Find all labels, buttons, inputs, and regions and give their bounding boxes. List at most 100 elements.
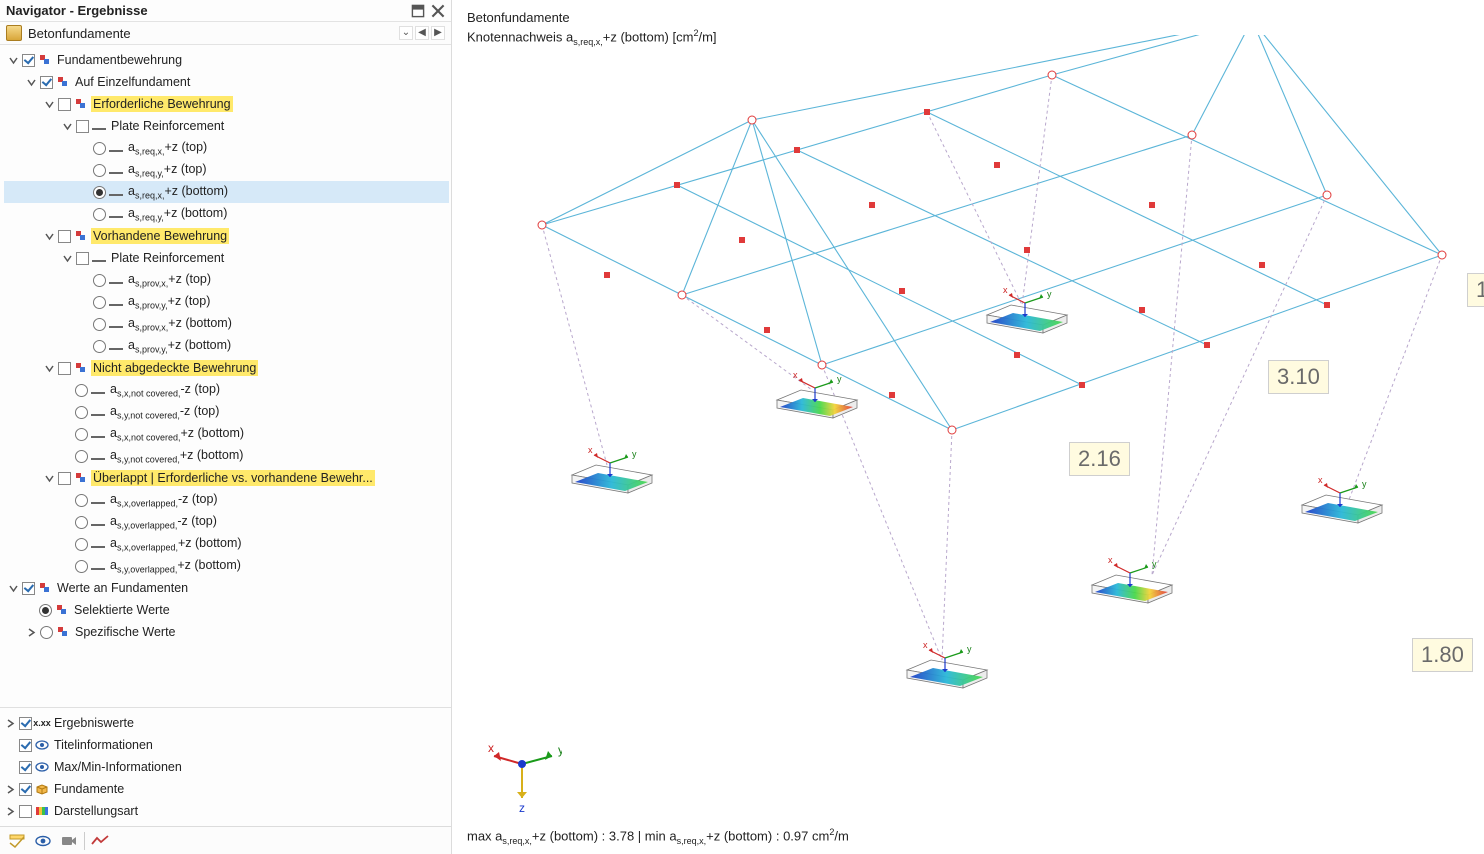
tree-item-nc-3[interactable]: as,y,not covered,+z (bottom) — [4, 445, 449, 467]
eye-toolbar-icon[interactable] — [32, 831, 54, 851]
filter-icon[interactable] — [6, 831, 28, 851]
dash-icon — [91, 449, 105, 463]
radio[interactable] — [75, 428, 88, 441]
dock-icon[interactable] — [411, 4, 425, 18]
expand-icon[interactable] — [43, 472, 55, 484]
radio[interactable] — [93, 208, 106, 221]
checkbox[interactable] — [76, 252, 89, 265]
checkbox[interactable] — [58, 472, 71, 485]
checkbox[interactable] — [58, 230, 71, 243]
next-arrow-icon[interactable]: ▶ — [431, 26, 445, 40]
expand-icon[interactable] — [4, 783, 16, 795]
tree-item-req-1[interactable]: as,req,y,+z (top) — [4, 159, 449, 181]
radio[interactable] — [93, 318, 106, 331]
lower-ergebniswerte[interactable]: x.xx Ergebniswerte — [4, 712, 449, 734]
radio[interactable] — [93, 186, 106, 199]
tree-uberlappt[interactable]: Überlappt | Erforderliche vs. vorhandene… — [4, 467, 449, 489]
expand-icon[interactable] — [4, 717, 16, 729]
radio[interactable] — [75, 538, 88, 551]
expand-icon[interactable] — [61, 120, 73, 132]
tree-item-prov-0[interactable]: as,prov,x,+z (top) — [4, 269, 449, 291]
expand-icon[interactable] — [25, 76, 37, 88]
checkbox[interactable] — [19, 739, 32, 752]
expand-icon[interactable] — [43, 230, 55, 242]
tree-label: Spezifische Werte — [73, 624, 178, 640]
tree-item-ov-2[interactable]: as,x,overlapped,+z (bottom) — [4, 533, 449, 555]
checkbox[interactable] — [58, 98, 71, 111]
checkbox[interactable] — [19, 717, 32, 730]
section-selector[interactable]: Betonfundamente ⌄ ◀ ▶ — [0, 22, 451, 45]
lower-darstellungsart[interactable]: Darstellungsart — [4, 800, 449, 822]
tree-item-prov-3[interactable]: as,prov,y,+z (bottom) — [4, 335, 449, 357]
expand-icon[interactable] — [43, 362, 55, 374]
radio[interactable] — [75, 384, 88, 397]
tree-item-ov-1[interactable]: as,y,overlapped,-z (top) — [4, 511, 449, 533]
expand-icon[interactable] — [4, 805, 16, 817]
camera-icon[interactable] — [58, 831, 80, 851]
tree-item-ov-0[interactable]: as,x,overlapped,-z (top) — [4, 489, 449, 511]
checkbox[interactable] — [76, 120, 89, 133]
graph-toolbar-icon[interactable] — [89, 831, 111, 851]
radio[interactable] — [93, 142, 106, 155]
tree-auf-einzelfundament[interactable]: Auf Einzelfundament — [4, 71, 449, 93]
tree-root-fundamentbewehrung[interactable]: Fundamentbewehrung — [4, 49, 449, 71]
navigator-title: Navigator - Ergebnisse — [6, 3, 148, 18]
radio[interactable] — [75, 450, 88, 463]
dash-icon — [91, 537, 105, 551]
checkbox[interactable] — [58, 362, 71, 375]
tree-vorhandene[interactable]: Vorhandene Bewehrung — [4, 225, 449, 247]
dropdown-icon[interactable]: ⌄ — [399, 26, 413, 40]
tree-label: as,y,not covered,-z (top) — [108, 403, 221, 422]
checkbox[interactable] — [22, 582, 35, 595]
tree-label: Fundamente — [52, 781, 126, 797]
prev-arrow-icon[interactable]: ◀ — [415, 26, 429, 40]
radio[interactable] — [75, 406, 88, 419]
tree-item-prov-2[interactable]: as,prov,x,+z (bottom) — [4, 313, 449, 335]
tree-spezifische[interactable]: Spezifische Werte — [4, 621, 449, 643]
tree-item-prov-1[interactable]: as,prov,y,+z (top) — [4, 291, 449, 313]
radio[interactable] — [75, 560, 88, 573]
radio[interactable] — [39, 604, 52, 617]
dash-icon — [109, 163, 123, 177]
tree-label: Titelinformationen — [52, 737, 155, 753]
tree-nicht-abgedeckt[interactable]: Nicht abgedeckte Bewehrung — [4, 357, 449, 379]
navigator-toolbar — [0, 826, 451, 854]
radio[interactable] — [93, 340, 106, 353]
expand-icon[interactable] — [7, 582, 19, 594]
expand-icon[interactable] — [61, 252, 73, 264]
tree-item-req-2-selected[interactable]: as,req,x,+z (bottom) — [4, 181, 449, 203]
tree-plate-reinf-prov[interactable]: Plate Reinforcement — [4, 247, 449, 269]
checkbox[interactable] — [19, 783, 32, 796]
tree-selektierte[interactable]: Selektierte Werte — [4, 599, 449, 621]
radio[interactable] — [75, 494, 88, 507]
tree-erforderliche[interactable]: Erforderliche Bewehrung — [4, 93, 449, 115]
checkbox[interactable] — [40, 76, 53, 89]
lower-maxmin[interactable]: Max/Min-Informationen — [4, 756, 449, 778]
value-label: 1.73 — [1467, 273, 1484, 307]
tree-label: Plate Reinforcement — [109, 118, 226, 134]
tree-item-nc-2[interactable]: as,x,not covered,+z (bottom) — [4, 423, 449, 445]
radio[interactable] — [93, 274, 106, 287]
expand-icon[interactable] — [43, 98, 55, 110]
tree-item-req-0[interactable]: as,req,x,+z (top) — [4, 137, 449, 159]
lower-fundamente[interactable]: Fundamente — [4, 778, 449, 800]
radio[interactable] — [75, 516, 88, 529]
viewport[interactable]: Betonfundamente Knotennachweis as,req,x,… — [452, 0, 1484, 854]
checkbox[interactable] — [19, 761, 32, 774]
expand-icon[interactable] — [25, 626, 37, 638]
checkbox[interactable] — [19, 805, 32, 818]
tree-item-nc-0[interactable]: as,x,not covered,-z (top) — [4, 379, 449, 401]
lower-titelinfo[interactable]: Titelinformationen — [4, 734, 449, 756]
radio[interactable] — [93, 164, 106, 177]
tree-item-req-3[interactable]: as,req,y,+z (bottom) — [4, 203, 449, 225]
navigator-header: Navigator - Ergebnisse — [0, 0, 451, 22]
tree-item-ov-3[interactable]: as,y,overlapped,+z (bottom) — [4, 555, 449, 577]
tree-plate-reinf-req[interactable]: Plate Reinforcement — [4, 115, 449, 137]
tree-werte[interactable]: Werte an Fundamenten — [4, 577, 449, 599]
expand-icon[interactable] — [7, 54, 19, 66]
radio[interactable] — [93, 296, 106, 309]
radio[interactable] — [40, 626, 53, 639]
tree-item-nc-1[interactable]: as,y,not covered,-z (top) — [4, 401, 449, 423]
checkbox[interactable] — [22, 54, 35, 67]
close-icon[interactable] — [431, 4, 445, 18]
